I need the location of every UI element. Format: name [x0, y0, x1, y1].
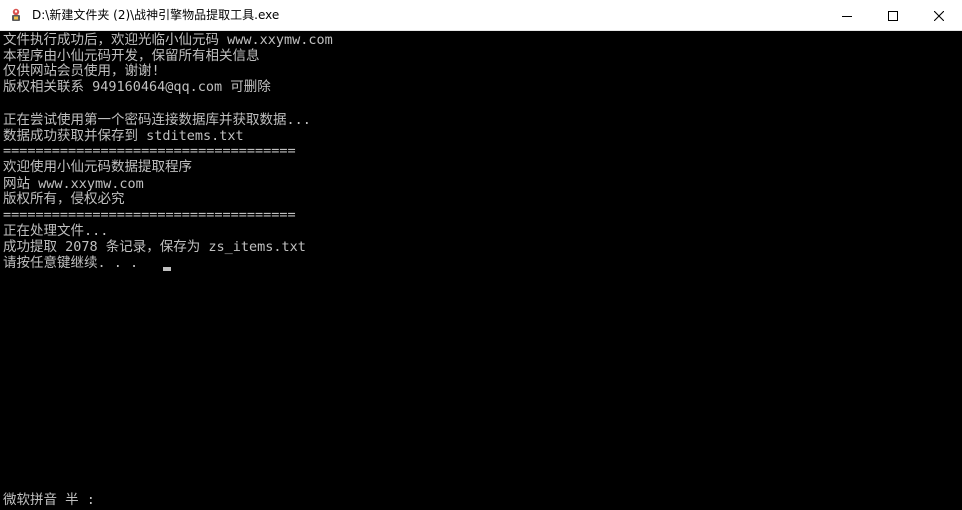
console-prompt: 请按任意键继续. . .	[3, 255, 147, 271]
console-app-icon[interactable]	[8, 7, 24, 23]
console-output[interactable]: 文件执行成功后，欢迎光临小仙元码 www.xxymw.com 本程序由小仙元码开…	[0, 31, 962, 510]
console-line: 数据成功获取并保存到 stditems.txt	[3, 128, 244, 144]
text-cursor	[163, 267, 171, 271]
maximize-icon	[888, 10, 898, 21]
console-line: 版权所有，侵权必究	[3, 191, 125, 207]
console-line: 版权相关联系 949160464@qq.com 可删除	[3, 79, 271, 95]
console-window: D:\新建文件夹 (2)\战神引擎物品提取工具.exe 文件执行成功后，欢迎光临…	[0, 0, 962, 510]
minimize-button[interactable]	[824, 0, 870, 31]
console-divider: ====================================	[3, 143, 296, 159]
title-bar[interactable]: D:\新建文件夹 (2)\战神引擎物品提取工具.exe	[0, 0, 962, 31]
console-line: 仅供网站会员使用，谢谢!	[3, 63, 160, 79]
ime-status-bar[interactable]: 微软拼音 半 :	[3, 492, 95, 508]
window-title: D:\新建文件夹 (2)\战神引擎物品提取工具.exe	[32, 8, 280, 22]
console-line: 成功提取 2078 条记录，保存为 zs_items.txt	[3, 239, 306, 255]
close-button[interactable]	[916, 0, 962, 31]
maximize-button[interactable]	[870, 0, 916, 31]
console-line: 正在尝试使用第一个密码连接数据库并获取数据...	[3, 112, 311, 128]
console-line: 网站 www.xxymw.com	[3, 176, 144, 192]
console-line: 欢迎使用小仙元码数据提取程序	[3, 159, 192, 175]
console-divider: ====================================	[3, 207, 296, 223]
console-line: 本程序由小仙元码开发，保留所有相关信息	[3, 48, 260, 64]
minimize-icon	[842, 15, 852, 17]
console-line: 文件执行成功后，欢迎光临小仙元码 www.xxymw.com	[3, 32, 333, 48]
console-line: 正在处理文件...	[3, 223, 109, 239]
close-icon	[934, 10, 944, 21]
